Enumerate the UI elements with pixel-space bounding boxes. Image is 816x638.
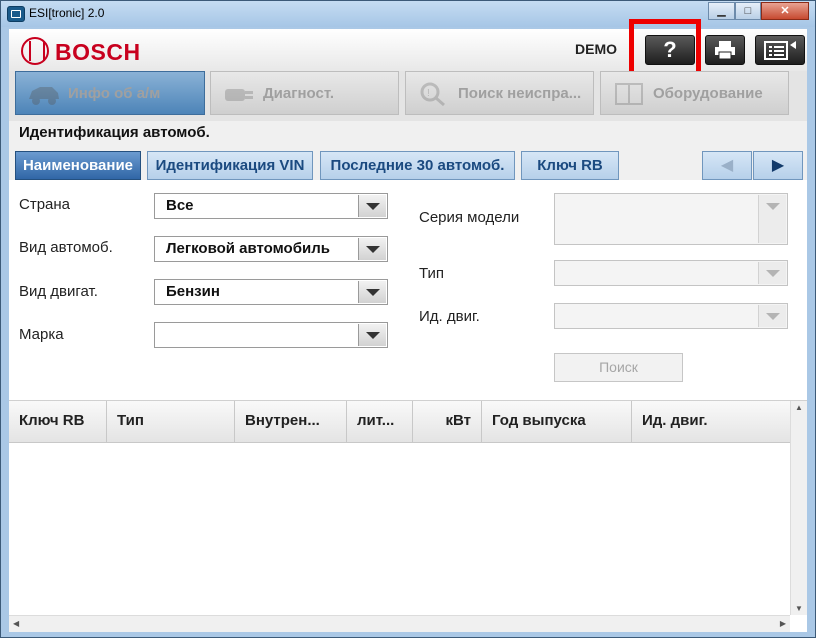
make-select[interactable]: [154, 322, 388, 348]
engine-id-select[interactable]: [554, 303, 788, 329]
country-label: Страна: [19, 196, 71, 213]
column-header-year[interactable]: Год выпуска: [482, 401, 632, 443]
app-window: ESI[tronic] 2.0 ▁ □ ✕ BOSCH DEMO ? Инфо …: [0, 0, 816, 638]
app-icon: [7, 6, 25, 22]
brand-name: BOSCH: [55, 39, 141, 65]
arrow-right-icon: ▶: [771, 157, 785, 174]
vehicle-type-label: Вид автомоб.: [19, 239, 113, 256]
arrow-left-icon: ◀: [720, 157, 734, 174]
chevron-down-icon[interactable]: [358, 281, 386, 303]
close-button[interactable]: ✕: [761, 2, 809, 20]
section-title: Идентификация автомоб.: [19, 124, 210, 141]
demo-label: DEMO: [575, 41, 617, 57]
model-series-select[interactable]: [554, 193, 788, 245]
chevron-down-icon[interactable]: [758, 195, 786, 243]
menu-button[interactable]: [755, 35, 805, 65]
nav-tab-diagnostics[interactable]: Диагност.: [210, 71, 399, 115]
nav-tab-label: Диагност.: [263, 85, 335, 102]
model-series-label: Серия модели: [419, 209, 520, 226]
column-header-kw[interactable]: кВт: [413, 401, 482, 443]
subtab-rb-key[interactable]: Ключ RB: [521, 151, 619, 180]
chevron-down-icon[interactable]: [358, 324, 386, 346]
chevron-down-icon[interactable]: [358, 195, 386, 217]
vehicle-type-value: Легковой автомобиль: [166, 240, 330, 257]
column-header-liters[interactable]: лит...: [347, 401, 413, 443]
scroll-right-icon[interactable]: ▶: [780, 619, 786, 628]
title-bar[interactable]: ESI[tronic] 2.0 ▁ □ ✕: [1, 1, 815, 27]
country-select[interactable]: Все: [154, 193, 388, 219]
client-area: BOSCH DEMO ? Инфо об а/м Диагност. ! Пои…: [9, 19, 807, 632]
nav-tab-vehicle-info[interactable]: Инфо об а/м: [15, 71, 205, 115]
type-label: Тип: [419, 265, 445, 282]
scroll-left-button[interactable]: ◀: [702, 151, 752, 180]
engine-type-label: Вид двигат.: [19, 283, 98, 300]
vehicle-type-select[interactable]: Легковой автомобиль: [154, 236, 388, 262]
engine-type-select[interactable]: Бензин: [154, 279, 388, 305]
scroll-down-icon[interactable]: ▼: [795, 604, 803, 613]
chevron-down-icon[interactable]: [758, 262, 786, 284]
window-title: ESI[tronic] 2.0: [29, 6, 105, 20]
column-header-engine-id[interactable]: Ид. двиг.: [632, 401, 790, 443]
search-warning-icon: !: [420, 82, 445, 107]
scroll-left-icon[interactable]: ◀: [13, 619, 19, 628]
main-nav: Инфо об а/м Диагност. ! Поиск неиспра...…: [9, 71, 807, 121]
results-table: Ключ RB Тип Внутрен... лит... кВт Год вы…: [9, 400, 807, 632]
chevron-down-icon[interactable]: [758, 305, 786, 327]
column-header-type[interactable]: Тип: [107, 401, 235, 443]
menu-list-icon: [764, 41, 796, 60]
printer-icon: [715, 41, 735, 60]
print-button[interactable]: [705, 35, 745, 65]
svg-text:!: !: [427, 88, 430, 99]
help-button[interactable]: ?: [645, 35, 695, 65]
nav-tab-equipment[interactable]: Оборудование: [600, 71, 789, 115]
subtab-last-30[interactable]: Последние 30 автомоб.: [320, 151, 515, 180]
horizontal-scrollbar[interactable]: ◀ ▶: [9, 615, 790, 632]
scroll-right-button[interactable]: ▶: [753, 151, 803, 180]
column-header-rb-key[interactable]: Ключ RB: [9, 401, 107, 443]
chevron-down-icon[interactable]: [358, 238, 386, 260]
engine-id-label: Ид. двиг.: [419, 308, 480, 325]
search-button[interactable]: Поиск: [554, 353, 683, 382]
app-header: BOSCH DEMO ?: [9, 19, 807, 83]
scroll-up-icon[interactable]: ▲: [795, 403, 803, 412]
country-value: Все: [166, 197, 194, 214]
car-icon: [29, 87, 59, 105]
vertical-scrollbar[interactable]: ▲ ▼: [790, 401, 807, 615]
nav-tab-label: Поиск неиспра...: [458, 85, 582, 102]
maximize-button[interactable]: □: [735, 2, 761, 20]
bosch-logo-icon: [21, 37, 49, 65]
engine-type-value: Бензин: [166, 283, 220, 300]
question-icon: ?: [663, 37, 677, 62]
type-select[interactable]: [554, 260, 788, 286]
book-icon: [615, 83, 643, 105]
nav-tab-label: Оборудование: [653, 85, 763, 102]
column-header-internal[interactable]: Внутрен...: [235, 401, 347, 443]
search-form: Страна Все Вид автомоб. Легковой автомоб…: [9, 180, 807, 400]
plug-icon: [225, 89, 253, 101]
nav-tab-fault-search[interactable]: ! Поиск неиспра...: [405, 71, 594, 115]
nav-tab-label: Инфо об а/м: [68, 85, 161, 102]
subtab-name[interactable]: Наименование: [15, 151, 141, 180]
minimize-button[interactable]: ▁: [708, 2, 735, 20]
subtab-vin[interactable]: Идентификация VIN: [147, 151, 313, 180]
make-label: Марка: [19, 326, 64, 343]
